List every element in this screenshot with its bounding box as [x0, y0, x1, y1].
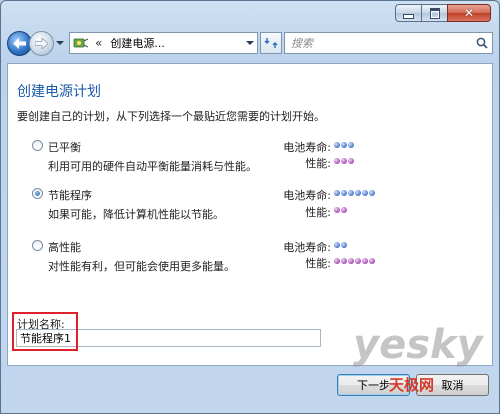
- plan-description: 对性能有利，但可能会使用更多能量。: [48, 260, 235, 273]
- close-button[interactable]: ✕: [447, 4, 491, 22]
- battery-dot: [369, 190, 375, 196]
- battery-life-meter: [334, 242, 347, 248]
- performance-label: 性能:: [305, 157, 331, 170]
- chevron-down-icon: [246, 41, 254, 45]
- battery-life-label: 电池寿命:: [283, 189, 331, 202]
- address-breadcrumb-chevron[interactable]: «: [95, 36, 102, 50]
- performance-dot: [348, 158, 354, 164]
- chevron-down-icon: [56, 41, 64, 45]
- plan-radio-power-saver[interactable]: [32, 188, 43, 199]
- performance-dot: [341, 207, 347, 213]
- page-title: 创建电源计划: [17, 84, 101, 100]
- close-icon: ✕: [463, 6, 475, 20]
- battery-life-meter: [334, 190, 375, 196]
- search-box[interactable]: [284, 32, 493, 54]
- battery-life-meter: [334, 142, 354, 148]
- performance-meter: [334, 207, 347, 213]
- performance-dot: [362, 258, 368, 264]
- cancel-button[interactable]: 取消: [416, 374, 489, 396]
- battery-dot: [341, 190, 347, 196]
- minimize-icon: [403, 14, 414, 19]
- annotation-highlight-box: [12, 312, 78, 351]
- performance-dot: [341, 158, 347, 164]
- intro-text: 要创建自己的计划，从下列选择一个最贴近您需要的计划开始。: [17, 110, 325, 123]
- plan-radio-balanced[interactable]: [32, 140, 43, 151]
- performance-meter: [334, 158, 354, 164]
- performance-meter: [334, 258, 375, 264]
- minimize-button[interactable]: [395, 4, 422, 22]
- plan-description: 如果可能，降低计算机性能以节能。: [48, 208, 224, 221]
- battery-dot: [348, 142, 354, 148]
- search-input[interactable]: [289, 35, 476, 51]
- battery-dot: [341, 242, 347, 248]
- plan-radio-high-performance[interactable]: [32, 240, 43, 251]
- performance-label: 性能:: [305, 257, 331, 270]
- address-path[interactable]: 创建电源...: [110, 35, 243, 51]
- performance-label: 性能:: [305, 206, 331, 219]
- battery-dot: [341, 142, 347, 148]
- battery-dot: [334, 142, 340, 148]
- battery-dot: [362, 190, 368, 196]
- performance-dot: [341, 258, 347, 264]
- navigation-bar: « 创建电源...: [7, 30, 493, 56]
- battery-dot: [334, 242, 340, 248]
- search-icon[interactable]: [476, 37, 488, 49]
- address-bar[interactable]: « 创建电源...: [69, 32, 258, 54]
- power-options-icon: [73, 38, 89, 48]
- refresh-button[interactable]: [260, 32, 282, 54]
- performance-dot: [369, 258, 375, 264]
- plan-description: 利用可用的硬件自动平衡能量消耗与性能。: [48, 160, 257, 173]
- battery-dot: [355, 190, 361, 196]
- window-caption-buttons: ✕: [395, 4, 491, 22]
- back-arrow-icon: [13, 37, 26, 49]
- maximize-icon: [429, 7, 440, 19]
- address-dropdown[interactable]: [243, 41, 257, 45]
- battery-dot: [348, 190, 354, 196]
- content-pane: 创建电源计划 要创建自己的计划，从下列选择一个最贴近您需要的计划开始。 已平衡 …: [7, 63, 493, 366]
- plan-name[interactable]: 节能程序: [48, 187, 92, 203]
- battery-life-label: 电池寿命:: [283, 241, 331, 254]
- performance-dot: [355, 258, 361, 264]
- battery-dot: [334, 190, 340, 196]
- forward-arrow-icon: [35, 37, 48, 49]
- create-power-plan-window: ✕ « 创建电源... 搜索 创建电源计划 要创建自己的计划，从下列选择一个最贴…: [0, 0, 500, 414]
- performance-dot: [348, 258, 354, 264]
- plan-name[interactable]: 已平衡: [48, 139, 81, 155]
- performance-dot: [334, 258, 340, 264]
- performance-dot: [334, 207, 340, 213]
- forward-button[interactable]: [29, 30, 54, 56]
- refresh-icon: [264, 38, 278, 48]
- next-button[interactable]: 下一步: [337, 374, 410, 396]
- performance-dot: [334, 158, 340, 164]
- plan-name[interactable]: 高性能: [48, 239, 81, 255]
- recent-pages-dropdown[interactable]: [55, 33, 65, 53]
- maximize-button[interactable]: [421, 4, 448, 22]
- battery-life-label: 电池寿命:: [283, 141, 331, 154]
